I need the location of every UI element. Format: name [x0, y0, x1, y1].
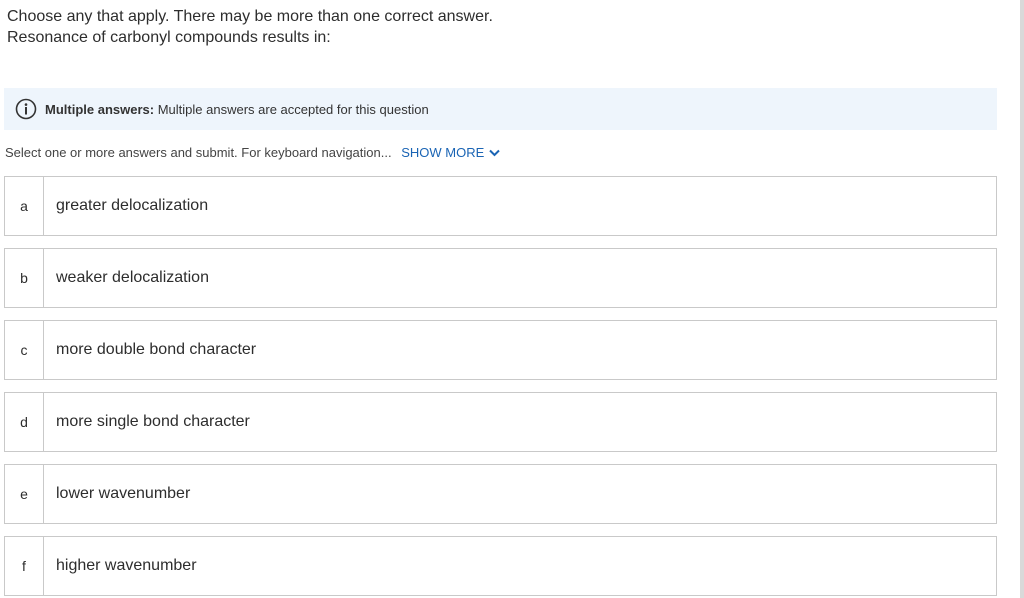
- answer-option-a[interactable]: a greater delocalization: [4, 176, 997, 236]
- scrollbar[interactable]: [1020, 0, 1024, 598]
- keyboard-instructions: Select one or more answers and submit. F…: [5, 144, 500, 162]
- answer-options: a greater delocalization b weaker deloca…: [4, 176, 997, 598]
- prompt-question: Resonance of carbonyl compounds results …: [7, 29, 331, 46]
- answer-option-c[interactable]: c more double bond character: [4, 320, 997, 380]
- option-letter: b: [5, 249, 44, 307]
- answer-option-b[interactable]: b weaker delocalization: [4, 248, 997, 308]
- option-letter: f: [5, 537, 44, 595]
- option-text: more double bond character: [56, 341, 257, 358]
- question-prompt: Choose any that apply. There may be more…: [7, 6, 493, 48]
- option-letter: a: [5, 177, 44, 235]
- option-text: lower wavenumber: [56, 485, 191, 502]
- option-text: more single bond character: [56, 413, 250, 430]
- answer-option-e[interactable]: e lower wavenumber: [4, 464, 997, 524]
- instructions-text: Select one or more answers and submit. F…: [5, 145, 392, 160]
- option-text: greater delocalization: [56, 197, 209, 214]
- notice-text: Multiple answers: Multiple answers are a…: [45, 102, 429, 117]
- question-page: Choose any that apply. There may be more…: [0, 0, 1024, 598]
- chevron-down-icon: [489, 149, 500, 157]
- show-more-button[interactable]: SHOW MORE: [401, 144, 500, 162]
- show-more-label: SHOW MORE: [401, 145, 485, 160]
- info-circle-icon: [15, 98, 37, 120]
- prompt-instruction: Choose any that apply. There may be more…: [7, 8, 493, 25]
- option-text: weaker delocalization: [56, 269, 209, 286]
- answer-option-d[interactable]: d more single bond character: [4, 392, 997, 452]
- multiple-answers-notice: Multiple answers: Multiple answers are a…: [4, 88, 997, 130]
- option-text: higher wavenumber: [56, 557, 197, 574]
- option-letter: c: [5, 321, 44, 379]
- notice-message: Multiple answers are accepted for this q…: [157, 101, 429, 117]
- option-letter: e: [5, 465, 44, 523]
- answer-option-f[interactable]: f higher wavenumber: [4, 536, 997, 596]
- option-letter: d: [5, 393, 44, 451]
- notice-label: Multiple answers:: [45, 101, 155, 117]
